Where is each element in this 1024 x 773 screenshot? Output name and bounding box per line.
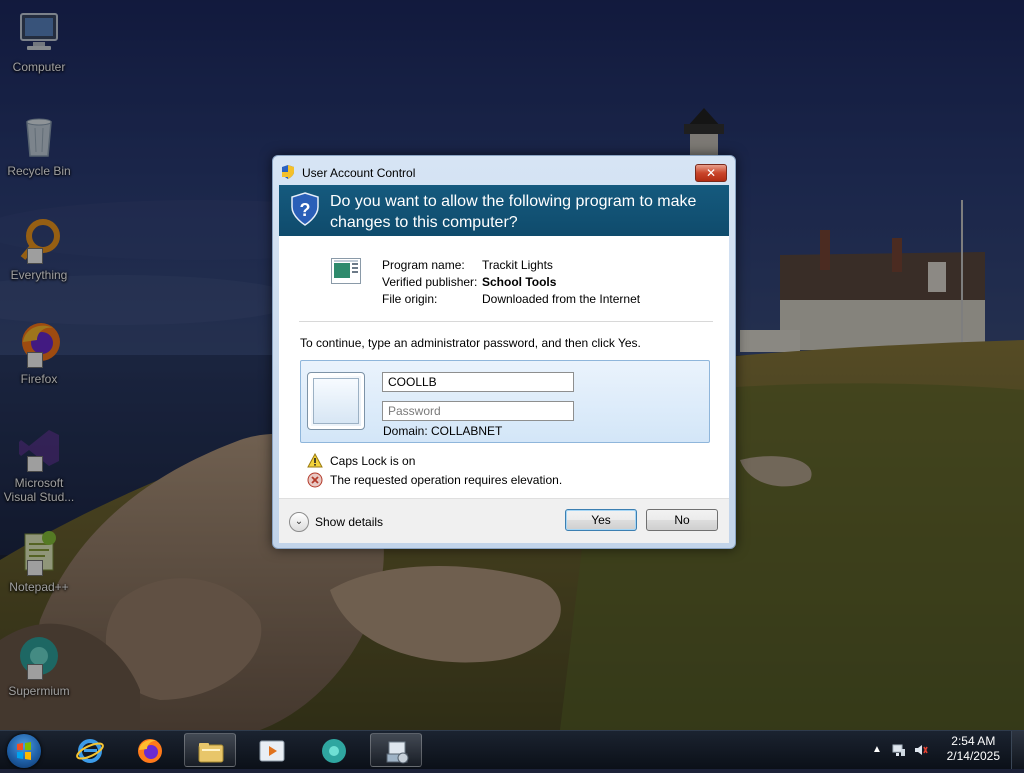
uac-footer: ⌄ Show details Yes No xyxy=(279,498,729,543)
taskbar: ▲ 2:54 AM 2/14/2025 xyxy=(0,730,1024,769)
file-origin-value: Downloaded from the Internet xyxy=(482,292,641,306)
caps-lock-warning: Caps Lock is on xyxy=(307,452,416,468)
installer-icon xyxy=(386,741,409,764)
close-icon: ✕ xyxy=(705,166,717,180)
windows-logo-icon xyxy=(17,742,31,760)
caps-lock-text: Caps Lock is on xyxy=(330,454,416,468)
clock-time: 2:54 AM xyxy=(951,734,996,748)
show-details-label: Show details xyxy=(315,515,384,529)
taskbar-internet-explorer[interactable] xyxy=(64,733,116,767)
show-hidden-icons-icon[interactable]: ▲ xyxy=(870,743,884,757)
divider xyxy=(299,321,713,322)
password-field[interactable] xyxy=(382,401,574,421)
uac-dialog: User Account Control ✕ ? Do you want to … xyxy=(272,155,736,549)
publisher-value: School Tools xyxy=(482,275,557,289)
network-icon[interactable] xyxy=(892,743,906,757)
program-name-row: Program name: Trackit Lights xyxy=(382,258,553,272)
chevron-down-icon: ⌄ xyxy=(289,512,309,532)
domain-label: Domain: COLLABNET xyxy=(383,424,503,438)
uac-window-title: User Account Control xyxy=(302,166,416,180)
uac-banner-shield-icon: ? xyxy=(291,192,319,231)
taskbar-media-player[interactable] xyxy=(246,733,298,767)
taskbar-firefox[interactable] xyxy=(124,733,176,767)
no-button[interactable]: No xyxy=(646,509,718,531)
file-explorer-icon xyxy=(198,743,224,763)
taskbar-installer[interactable] xyxy=(370,733,422,767)
file-origin-label: File origin: xyxy=(382,292,438,306)
elevation-error-text: The requested operation requires elevati… xyxy=(330,473,563,487)
taskbar-file-explorer[interactable] xyxy=(184,733,236,767)
system-tray: ▲ 2:54 AM 2/14/2025 xyxy=(864,731,1024,769)
close-button[interactable]: ✕ xyxy=(695,164,727,182)
user-avatar xyxy=(307,372,365,430)
uac-banner: ? Do you want to allow the following pro… xyxy=(279,185,729,236)
warning-icon xyxy=(307,452,323,471)
user-avatar-frame xyxy=(313,378,359,424)
username-field[interactable] xyxy=(382,372,574,392)
media-player-icon xyxy=(259,740,285,762)
clock[interactable]: 2:54 AM 2/14/2025 xyxy=(947,734,1000,764)
uac-shield-icon xyxy=(281,165,295,179)
uac-question: Do you want to allow the following progr… xyxy=(330,193,697,231)
elevation-error: The requested operation requires elevati… xyxy=(307,472,563,488)
program-icon xyxy=(331,258,361,289)
uac-body: Program name: Trackit Lights Verified pub… xyxy=(279,236,729,498)
yes-button[interactable]: Yes xyxy=(565,509,637,531)
file-origin-row: File origin: Downloaded from the Internet xyxy=(382,292,640,306)
clock-date: 2/14/2025 xyxy=(946,749,1000,763)
start-button[interactable] xyxy=(7,734,41,768)
firefox-icon xyxy=(138,739,162,763)
credential-tile[interactable]: Domain: COLLABNET xyxy=(300,360,710,443)
volume-icon[interactable] xyxy=(914,743,928,757)
instruction-text: To continue, type an administrator passw… xyxy=(300,336,641,350)
publisher-row: Verified publisher: School Tools xyxy=(382,275,556,289)
program-name-label: Program name: xyxy=(382,258,465,272)
svg-text:?: ? xyxy=(300,200,311,220)
supermium-icon xyxy=(322,739,346,763)
publisher-label: Verified publisher: xyxy=(382,275,478,289)
uac-titlebar[interactable]: User Account Control ✕ xyxy=(273,156,735,184)
show-desktop-button[interactable] xyxy=(1011,731,1024,769)
internet-explorer-icon xyxy=(76,739,104,763)
taskbar-supermium[interactable] xyxy=(308,733,360,767)
error-icon xyxy=(307,472,323,491)
program-name-value: Trackit Lights xyxy=(482,258,553,272)
